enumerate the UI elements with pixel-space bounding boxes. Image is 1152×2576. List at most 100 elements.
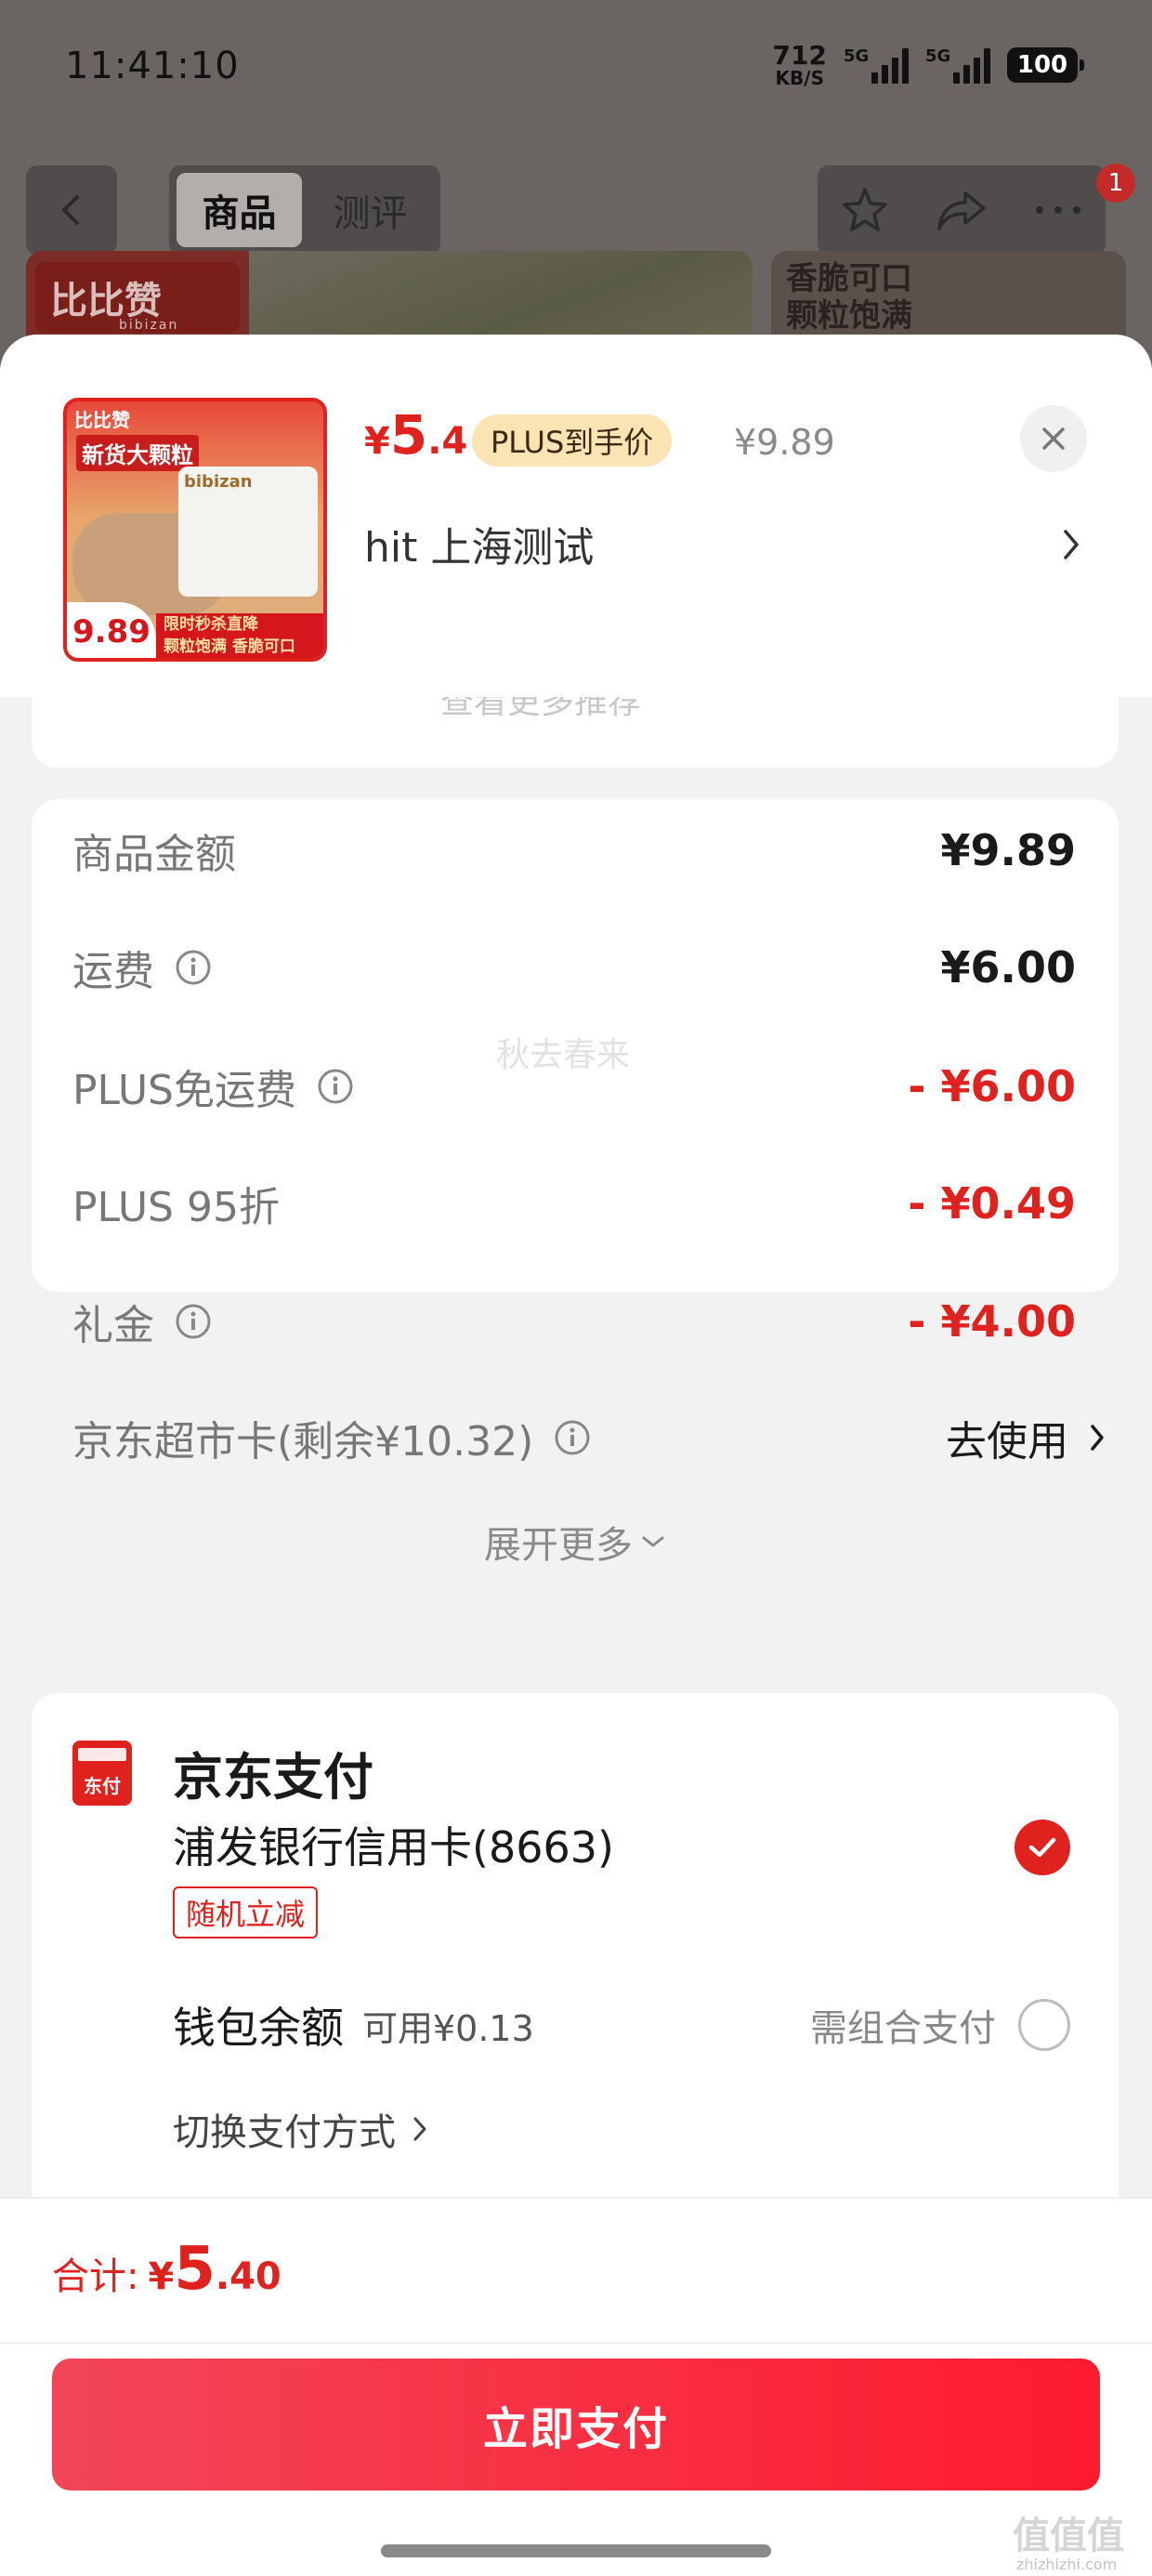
fee-label-text: PLUS免运费 — [72, 1067, 296, 1114]
fee-label: 商品金额 — [72, 821, 236, 880]
site-watermark: 值值值 — [1013, 2515, 1124, 2557]
chevron-right-icon — [1064, 530, 1079, 559]
divider — [0, 2342, 1152, 2344]
notification-badge: 1 — [1096, 164, 1135, 203]
fee-value: ¥6.00 — [940, 942, 1076, 992]
promo-tag: 随机立减 — [173, 1886, 319, 1939]
signal-icon: 5G — [844, 46, 909, 84]
site-watermark-url: zhizhizhi.com — [1016, 2556, 1118, 2573]
switch-payment-link[interactable]: 切换支付方式 — [173, 2102, 427, 2156]
address-text: hit 上海测试 — [364, 524, 595, 572]
payment-header: 东付 京东支付 — [72, 1736, 373, 1809]
more-icon[interactable] — [1032, 203, 1084, 217]
wallet-available: 可用¥0.13 — [362, 2007, 534, 2049]
price-decimal: .4 — [427, 420, 468, 463]
brand-logo-sub: bibizan — [119, 318, 179, 333]
total-symbol: ¥ — [148, 2255, 175, 2298]
thumb-pack: bibizan — [178, 467, 318, 597]
use-card-label: 去使用 — [946, 1418, 1068, 1465]
payment-option-wallet[interactable]: 钱包余额 可用¥0.13 需组合支付 — [173, 1992, 1070, 2057]
watermark-text: 秋去春来 — [496, 1036, 631, 1074]
chevron-right-icon — [413, 2117, 426, 2141]
fee-value: ¥9.89 — [940, 825, 1076, 875]
address-selector[interactable]: hit 上海测试 — [364, 511, 1089, 576]
fee-label: 运费 — [72, 938, 212, 997]
fee-breakdown: 商品金额 ¥9.89 运费 ¥6.00 PLUS免运费 - ¥6.00 PLUS… — [32, 799, 1119, 1567]
battery-icon: 100 — [1007, 47, 1084, 83]
wallet-radio[interactable] — [1018, 1999, 1070, 2051]
fee-row-supermarket-card[interactable]: 京东超市卡(剩余¥10.32) 去使用 — [72, 1405, 1104, 1470]
recommend-link[interactable]: 查看更多推荐 — [440, 697, 641, 723]
star-icon[interactable] — [839, 184, 891, 236]
chevron-down-icon — [642, 1536, 664, 1547]
fee-label-text: 运费 — [72, 948, 154, 995]
thumb-strip: 限时秒杀直降 颗粒饱满 香脆可口 — [156, 613, 323, 658]
thumb-price: 9.89 — [67, 602, 156, 658]
expand-more-label: 展开更多 — [484, 1524, 633, 1567]
checkout-bar: 合计: ¥ 5 .40 立即支付 值值值 zhizhizhi.com — [0, 2197, 1152, 2576]
nav-tabs: 商品 测评 — [169, 165, 440, 255]
check-icon — [1028, 1837, 1056, 1858]
share-icon[interactable] — [934, 184, 989, 236]
fee-label-text: PLUS 95折 — [72, 1184, 280, 1231]
info-icon[interactable] — [175, 1303, 212, 1340]
fee-value: - ¥0.49 — [908, 1178, 1076, 1229]
signal-icon: 5G — [925, 46, 990, 84]
fee-row-gift-money: 礼金 - ¥4.00 — [72, 1289, 1076, 1354]
price-integer: 5 — [389, 403, 428, 467]
home-indicator[interactable] — [381, 2544, 771, 2557]
fee-label: PLUS 95折 — [72, 1174, 280, 1233]
expand-more-button[interactable]: 展开更多 — [32, 1515, 1119, 1569]
fee-row-plus-discount: PLUS 95折 - ¥0.49 — [72, 1171, 1076, 1236]
nav-actions — [818, 165, 1106, 255]
info-icon[interactable] — [554, 1419, 591, 1456]
fee-value: - ¥4.00 — [908, 1296, 1076, 1347]
back-arrow-icon — [62, 195, 79, 225]
thumb-tag: 新货大颗粒 — [76, 435, 199, 471]
fee-label: 京东超市卡(剩余¥10.32) — [72, 1408, 591, 1467]
jd-pay-logo: 东付 — [72, 1740, 132, 1806]
banner-caption: 香脆可口 颗粒饱满 — [786, 260, 912, 335]
wallet-note: 需组合支付 — [810, 2007, 996, 2050]
info-icon[interactable] — [175, 949, 212, 986]
fee-label-text: 京东超市卡(剩余¥10.32) — [72, 1418, 534, 1465]
use-card-link[interactable]: 去使用 — [946, 1408, 1106, 1467]
thumb-brand: 比比赞 — [74, 409, 130, 431]
wallet-label: 钱包余额 — [173, 2003, 344, 2053]
total-decimal: .40 — [215, 2255, 281, 2298]
status-icons: 712 KB/S 5G 5G 100 — [772, 40, 1084, 89]
network-speed-unit: KB/S — [775, 67, 824, 89]
order-total: 合计: ¥ 5 .40 — [52, 2240, 281, 2300]
info-icon[interactable] — [317, 1068, 354, 1105]
background-page: 11:41:10 712 KB/S 5G 5G 100 商品 测评 1 比比赞 … — [0, 0, 1152, 390]
tab-review[interactable]: 测评 — [308, 173, 433, 247]
brand-logo: 比比赞 bibizan — [35, 262, 240, 333]
back-button[interactable] — [26, 165, 117, 255]
signal-label: 5G — [925, 46, 951, 66]
selected-check[interactable] — [1015, 1820, 1070, 1875]
total-integer: 5 — [174, 2235, 216, 2304]
signal-label: 5G — [844, 46, 870, 66]
plus-price: ¥ 5 .4 — [364, 407, 467, 463]
payment-option-credit-card[interactable]: 浦发银行信用卡(8663) — [173, 1814, 614, 1875]
fee-label: 礼金 — [72, 1292, 212, 1351]
recommend-card: 查看更多推荐 — [32, 697, 1119, 768]
tab-product[interactable]: 商品 — [177, 173, 302, 247]
close-button[interactable] — [1020, 405, 1087, 472]
thumb-strip-line: 限时秒杀直降 — [164, 615, 258, 634]
status-bar: 11:41:10 712 KB/S 5G 5G 100 — [0, 0, 1152, 139]
fee-label: PLUS免运费 — [72, 1057, 354, 1116]
close-icon — [1042, 427, 1065, 450]
network-speed: 712 KB/S — [772, 40, 827, 89]
chevron-right-icon — [1091, 1425, 1104, 1451]
payment-title: 京东支付 — [173, 1748, 373, 1807]
product-thumbnail[interactable]: 比比赞 新货大颗粒 bibizan 9.89 限时秒杀直降 颗粒饱满 香脆可口 — [63, 398, 327, 662]
price-symbol: ¥ — [364, 420, 390, 463]
network-speed-value: 712 — [772, 40, 827, 71]
fee-row-shipping: 运费 ¥6.00 — [72, 935, 1076, 1000]
pay-now-button[interactable]: 立即支付 — [52, 2359, 1100, 2491]
original-price: ¥9.89 — [734, 422, 835, 463]
switch-payment-label: 切换支付方式 — [173, 2111, 396, 2154]
banner-caption-line: 香脆可口 — [786, 260, 912, 297]
payment-method-card: 东付 京东支付 浦发银行信用卡(8663) 随机立减 钱包余额 可用¥0.13 … — [32, 1693, 1119, 2251]
